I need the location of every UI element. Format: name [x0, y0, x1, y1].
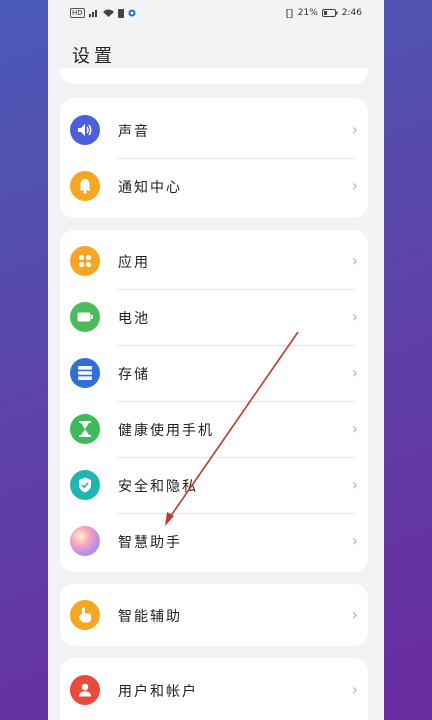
settings-screen: HD 21% 2:46 设置 声音 › 通知中心 › 应用 › 电池 › 存储 …	[48, 0, 384, 720]
annotation-arrow	[165, 331, 299, 526]
